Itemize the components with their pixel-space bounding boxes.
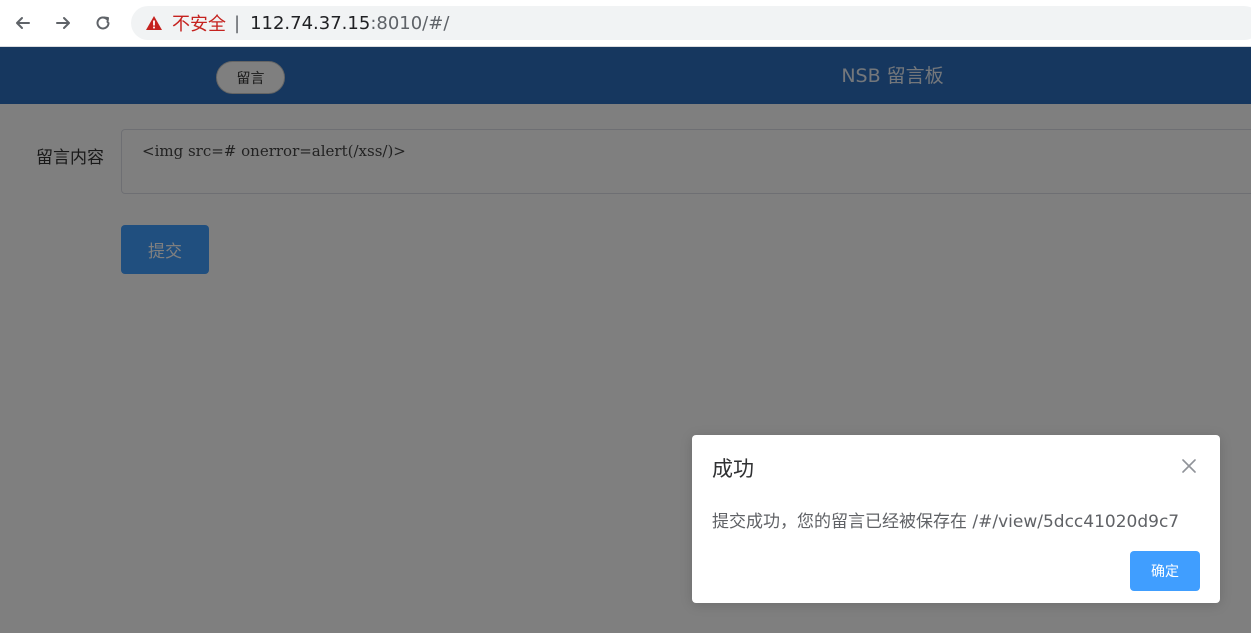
forward-arrow-icon bbox=[56, 17, 70, 29]
back-arrow-icon bbox=[16, 17, 30, 29]
back-button[interactable] bbox=[10, 10, 36, 36]
url-path[interactable]: :8010/#/ bbox=[370, 13, 449, 34]
browser-toolbar: 不安全 | 112.74.37.15:8010/#/ bbox=[0, 0, 1251, 47]
dialog-message: 提交成功，您的留言已经被保存在 /#/view/5dcc41020d9c7 bbox=[712, 512, 1180, 532]
warning-triangle-icon[interactable] bbox=[145, 14, 163, 32]
address-bar[interactable]: 不安全 | 112.74.37.15:8010/#/ bbox=[131, 6, 1251, 40]
forward-button[interactable] bbox=[50, 10, 76, 36]
success-dialog: 成功 提交成功，您的留言已经被保存在 /#/view/5dcc41020d9c7… bbox=[692, 435, 1220, 603]
reload-icon bbox=[96, 16, 110, 30]
insecure-label[interactable]: 不安全 bbox=[172, 10, 226, 36]
omnibox-separator: | bbox=[234, 12, 241, 34]
confirm-button[interactable]: 确定 bbox=[1130, 551, 1200, 591]
dialog-close-button[interactable] bbox=[1180, 457, 1198, 475]
reload-button[interactable] bbox=[90, 10, 116, 36]
url-host[interactable]: 112.74.37.15 bbox=[250, 13, 370, 34]
close-icon bbox=[1182, 459, 1196, 473]
dialog-title: 成功 bbox=[712, 457, 754, 481]
